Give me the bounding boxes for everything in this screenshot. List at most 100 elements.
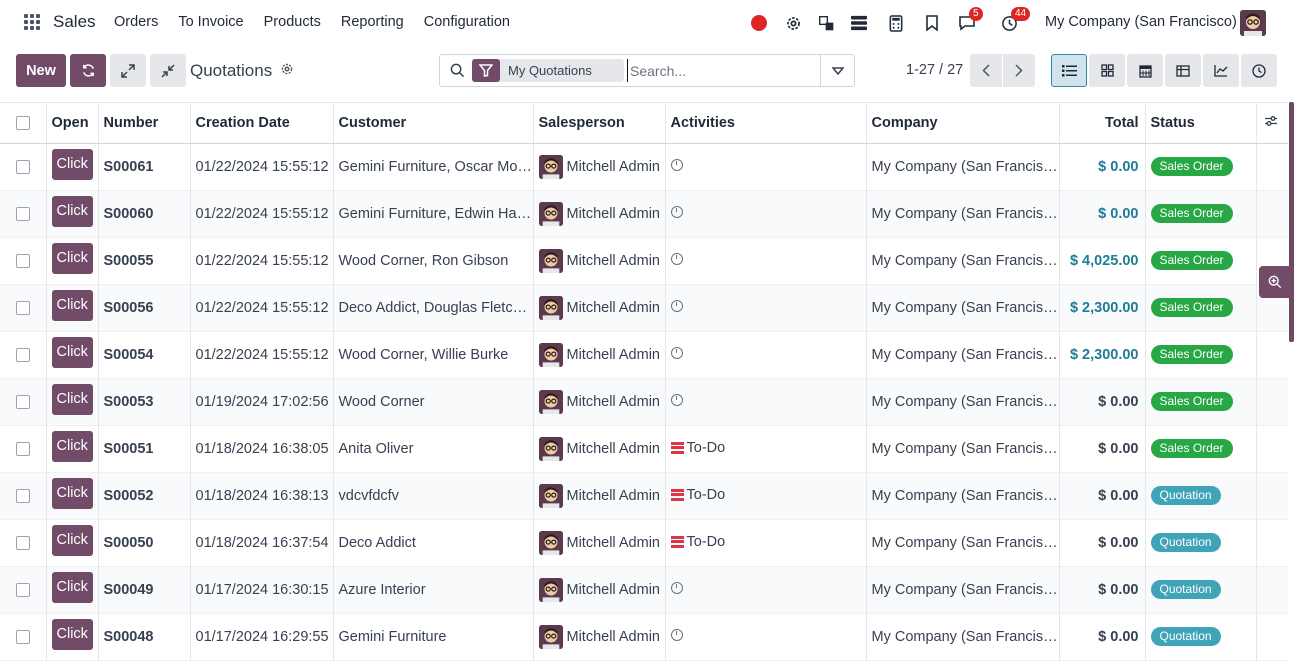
row-checkbox[interactable] (0, 472, 47, 519)
salesperson-avatar[interactable] (538, 248, 563, 273)
salesperson-avatar[interactable] (538, 624, 563, 649)
table-row[interactable]: Click S00061 01/22/2024 15:55:12 Gemini Fur… (0, 143, 1288, 190)
user-avatar[interactable] (1240, 10, 1266, 36)
kanban-view-button[interactable] (1089, 54, 1125, 87)
search-options-toggle[interactable] (820, 55, 854, 86)
activity-clock-icon[interactable] (670, 299, 683, 312)
column-header-status[interactable]: Status (1145, 103, 1257, 144)
column-header-salesperson[interactable]: Salesperson (533, 103, 666, 144)
salesperson-avatar[interactable] (538, 483, 563, 508)
row-checkbox[interactable] (0, 331, 47, 378)
row-checkbox[interactable] (0, 519, 47, 566)
messages-icon[interactable]: 5 (955, 7, 983, 37)
pager-value[interactable]: 1-27 / 27 (906, 62, 963, 78)
table-row[interactable]: Click S00050 01/18/2024 16:37:54 Deco Addic… (0, 519, 1288, 566)
activity-clock-icon[interactable] (670, 393, 683, 406)
row-checkbox[interactable] (0, 378, 47, 425)
salesperson-avatar[interactable] (538, 342, 563, 367)
open-record-button[interactable]: Click (51, 525, 93, 556)
salesperson-avatar[interactable] (538, 577, 563, 602)
menu-item-orders[interactable]: Orders (104, 14, 168, 30)
activity-clock-icon[interactable] (670, 581, 683, 594)
table-row[interactable]: Click S00055 01/22/2024 15:55:12 Wood Corne… (0, 237, 1288, 284)
column-header-company[interactable]: Company (866, 103, 1060, 144)
row-checkbox[interactable] (0, 425, 47, 472)
salesperson-avatar[interactable] (538, 389, 563, 414)
activity-todo[interactable]: To-Do (670, 487, 725, 503)
open-record-button[interactable]: Click (51, 290, 93, 321)
open-record-button[interactable]: Click (51, 384, 93, 415)
open-record-button[interactable]: Click (51, 243, 93, 274)
record-icon[interactable] (749, 9, 769, 37)
app-menu-icon[interactable] (24, 14, 40, 30)
row-checkbox[interactable] (0, 143, 47, 190)
column-header-activities[interactable]: Activities (665, 103, 867, 144)
database-switch-icon[interactable] (848, 9, 870, 37)
table-row[interactable]: Click S00054 01/22/2024 15:55:12 Wood Corne… (0, 331, 1288, 378)
menu-item-to-invoice[interactable]: To Invoice (168, 14, 253, 30)
table-row[interactable]: Click S00049 01/17/2024 16:30:15 Azure Inte… (0, 566, 1288, 613)
activity-todo[interactable]: To-Do (670, 440, 725, 456)
open-record-button[interactable]: Click (51, 478, 93, 509)
salesperson-avatar[interactable] (538, 201, 563, 226)
calendar-view-button[interactable] (1127, 54, 1163, 87)
open-record-button[interactable]: Click (51, 572, 93, 603)
menu-item-configuration[interactable]: Configuration (414, 14, 520, 30)
company-switcher[interactable]: My Company (San Francisco) (1045, 14, 1237, 30)
app-name[interactable]: Sales (53, 12, 96, 32)
collapse-button[interactable] (150, 54, 186, 87)
table-row[interactable]: Click S00051 01/18/2024 16:38:05 Anita Oliv… (0, 425, 1288, 472)
expand-button[interactable] (110, 54, 146, 87)
activity-clock-icon[interactable] (670, 205, 683, 218)
optional-columns-toggle[interactable] (1256, 103, 1288, 144)
open-record-button[interactable]: Click (51, 149, 93, 180)
menu-item-reporting[interactable]: Reporting (331, 14, 414, 30)
bookmark-icon[interactable] (921, 9, 943, 37)
settings-gear-icon[interactable] (782, 9, 804, 37)
open-record-button[interactable]: Click (51, 619, 93, 650)
actions-gear-icon[interactable] (280, 62, 294, 79)
table-row[interactable]: Click S00060 01/22/2024 15:55:12 Gemini Fur… (0, 190, 1288, 237)
column-header-total[interactable]: Total (1059, 103, 1146, 144)
open-record-button[interactable]: Click (51, 196, 93, 227)
open-record-button[interactable]: Click (51, 337, 93, 368)
table-row[interactable]: Click S00053 01/19/2024 17:02:56 Wood Corne… (0, 378, 1288, 425)
row-checkbox[interactable] (0, 237, 47, 284)
filter-facet[interactable]: My Quotations (472, 59, 624, 82)
pager-next-button[interactable] (1003, 54, 1035, 87)
activity-clock-icon[interactable] (670, 628, 683, 641)
row-checkbox[interactable] (0, 613, 47, 660)
scrollbar[interactable] (1289, 102, 1294, 342)
side-zoom-button[interactable] (1259, 266, 1291, 298)
column-header-customer[interactable]: Customer (333, 103, 534, 144)
calculator-icon[interactable] (885, 9, 907, 37)
row-checkbox[interactable] (0, 284, 47, 331)
select-all-checkbox[interactable] (0, 103, 47, 144)
column-header-creation-date[interactable]: Creation Date (190, 103, 334, 144)
refresh-button[interactable] (70, 54, 106, 87)
translate-icon[interactable] (815, 9, 837, 37)
column-header-open[interactable]: Open (46, 103, 99, 144)
new-button[interactable]: New (16, 54, 66, 87)
activity-todo[interactable]: To-Do (670, 534, 725, 550)
row-checkbox[interactable] (0, 566, 47, 613)
salesperson-avatar[interactable] (538, 295, 563, 320)
table-row[interactable]: Click S00048 01/17/2024 16:29:55 Gemini Fur… (0, 613, 1288, 660)
activity-clock-icon[interactable] (670, 252, 683, 265)
table-row[interactable]: Click S00052 01/18/2024 16:38:13 vdcvfdcfv M… (0, 472, 1288, 519)
pivot-view-button[interactable] (1165, 54, 1201, 87)
activity-view-button[interactable] (1241, 54, 1277, 87)
search-input[interactable] (627, 59, 817, 82)
salesperson-avatar[interactable] (538, 530, 563, 555)
activities-clock-icon[interactable]: 44 (997, 7, 1031, 37)
pager-previous-button[interactable] (970, 54, 1002, 87)
open-record-button[interactable]: Click (51, 431, 93, 462)
table-row[interactable]: Click S00056 01/22/2024 15:55:12 Deco Addic… (0, 284, 1288, 331)
list-view-button[interactable] (1051, 54, 1087, 87)
activity-clock-icon[interactable] (670, 346, 683, 359)
row-checkbox[interactable] (0, 190, 47, 237)
menu-item-products[interactable]: Products (254, 14, 331, 30)
salesperson-avatar[interactable] (538, 154, 563, 179)
column-header-number[interactable]: Number (98, 103, 191, 144)
activity-clock-icon[interactable] (670, 158, 683, 171)
